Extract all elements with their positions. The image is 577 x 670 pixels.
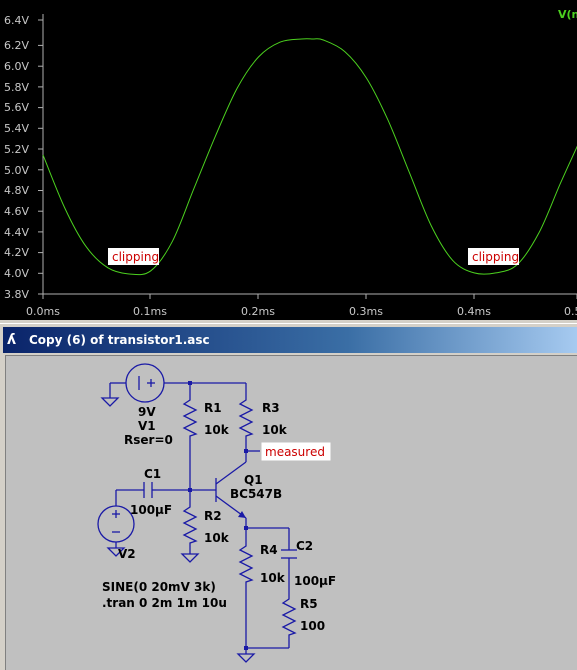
y-tick-label: 4.2V [4, 246, 29, 259]
y-tick-label: 4.4V [4, 226, 29, 239]
ltspice-app-icon[interactable]: ʎ [7, 332, 23, 348]
voltage-trace-line[interactable] [42, 38, 577, 276]
y-tick-label: 5.2V [4, 143, 29, 156]
y-tick-label: 6.0V [4, 60, 29, 73]
c1-name-label[interactable]: C1 [144, 467, 161, 481]
x-tick-label: 0.3ms [349, 305, 383, 318]
resistor-r4-symbol[interactable] [238, 540, 254, 586]
resistor-r2-symbol[interactable] [182, 501, 198, 546]
y-tick-label: 6.4V [4, 14, 29, 27]
clipping-annotation[interactable]: clipping [468, 248, 519, 265]
y-tick-label: 4.0V [4, 267, 29, 280]
capacitor-c1-symbol[interactable] [143, 482, 156, 498]
ground-symbol[interactable] [100, 397, 120, 407]
v2-name-label[interactable]: V2 [118, 547, 136, 561]
schematic-window[interactable]: ʎ Copy (6) of transistor1.asc measured 9… [0, 323, 577, 670]
schematic-canvas[interactable]: measured 9V V1 Rser=0 R1 10k R3 10k C1 1… [5, 355, 577, 670]
voltage-source-v2-symbol[interactable] [97, 505, 135, 543]
sine-source-directive[interactable]: SINE(0 20mV 3k) [102, 580, 216, 594]
y-tick-label: 6.2V [4, 39, 29, 52]
c2-name-label[interactable]: C2 [296, 539, 313, 553]
capacitor-c2-symbol[interactable] [281, 549, 297, 562]
v1-name-label[interactable]: V1 [138, 419, 156, 433]
r1-value-label[interactable]: 10k [204, 423, 230, 437]
y-tick-label: 5.0V [4, 164, 29, 177]
x-tick-label: 0.1ms [133, 305, 167, 318]
clipping-annotation-text: clipping [112, 250, 159, 264]
y-tick-label: 4.6V [4, 205, 29, 218]
window-title: Copy (6) of transistor1.asc [29, 333, 210, 347]
y-tick-label: 5.4V [4, 122, 29, 135]
r2-value-label[interactable]: 10k [204, 531, 230, 545]
window-title-bar[interactable]: ʎ Copy (6) of transistor1.asc [3, 327, 577, 353]
resistor-r3-symbol[interactable] [238, 394, 254, 440]
r5-name-label[interactable]: R5 [300, 597, 318, 611]
measured-net-flag[interactable]: measured [246, 442, 331, 461]
schematic-svg[interactable]: measured 9V V1 Rser=0 R1 10k R3 10k C1 1… [6, 356, 577, 670]
tran-directive[interactable]: .tran 0 2m 1m 10u [102, 596, 227, 610]
r4-name-label[interactable]: R4 [260, 543, 278, 557]
x-tick-label: 0.4ms [457, 305, 491, 318]
r2-name-label[interactable]: R2 [204, 509, 222, 523]
x-tick-label: 0.5 [564, 305, 577, 318]
c2-value-label[interactable]: 100µF [294, 574, 336, 588]
q1-value-label[interactable]: BC547B [230, 487, 282, 501]
ground-symbol[interactable] [236, 653, 256, 663]
r3-name-label[interactable]: R3 [262, 401, 280, 415]
r1-name-label[interactable]: R1 [204, 401, 222, 415]
y-axis: 6.4V 6.2V 6.0V 5.8V 5.6V 5.4V 5.2V 5.0V … [4, 14, 43, 301]
r4-value-label[interactable]: 10k [260, 571, 286, 585]
x-tick-label: 0.0ms [26, 305, 60, 318]
clipping-annotation-text: clipping [472, 250, 519, 264]
y-tick-label: 5.6V [4, 101, 29, 114]
resistor-r5-symbol[interactable] [281, 593, 297, 638]
trace-layer [42, 38, 577, 276]
waveform-svg[interactable]: 6.4V 6.2V 6.0V 5.8V 5.6V 5.4V 5.2V 5.0V … [0, 0, 577, 320]
v1-value-label[interactable]: 9V [138, 405, 156, 419]
resistor-r1-symbol[interactable] [182, 394, 198, 440]
q1-name-label[interactable]: Q1 [244, 473, 263, 487]
v1-param-label[interactable]: Rser=0 [124, 433, 173, 447]
x-axis: 0.0ms 0.1ms 0.2ms 0.3ms 0.4ms 0.5 [26, 294, 577, 318]
waveform-plot[interactable]: 6.4V 6.2V 6.0V 5.8V 5.6V 5.4V 5.2V 5.0V … [0, 0, 577, 320]
voltage-source-v1-symbol[interactable] [125, 363, 165, 403]
measured-flag-text: measured [265, 445, 325, 459]
trace-name-label[interactable]: V(n [558, 8, 577, 21]
ground-symbol[interactable] [180, 553, 200, 563]
y-tick-label: 3.8V [4, 288, 29, 301]
clipping-annotation[interactable]: clipping [108, 248, 159, 265]
y-tick-label: 5.8V [4, 81, 29, 94]
c1-value-label[interactable]: 100µF [130, 503, 172, 517]
y-tick-label: 4.8V [4, 184, 29, 197]
r5-value-label[interactable]: 100 [300, 619, 325, 633]
x-tick-label: 0.2ms [241, 305, 275, 318]
r3-value-label[interactable]: 10k [262, 423, 288, 437]
